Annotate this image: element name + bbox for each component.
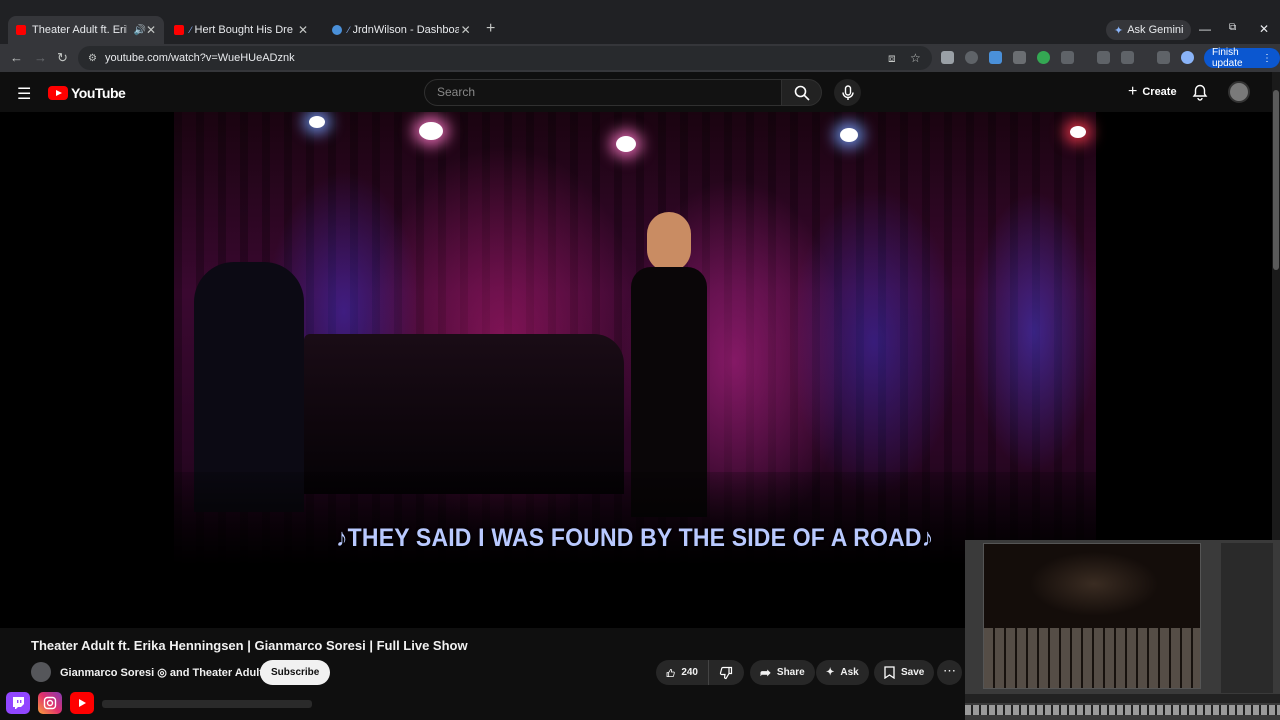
hamburger-menu-icon[interactable]: ☰ xyxy=(17,84,31,104)
video-caption: ♪THEY SAID I WAS FOUND BY THE SIDE OF A … xyxy=(336,524,934,552)
minimize-window-icon[interactable]: — xyxy=(1199,22,1211,36)
new-tab-button[interactable]: + xyxy=(486,20,495,38)
speaker-icon[interactable]: 🔊 xyxy=(133,25,145,36)
instagram-icon xyxy=(38,692,62,714)
extensions-puzzle-icon[interactable] xyxy=(1061,51,1074,64)
tab-group-icon: ⁄ xyxy=(348,25,350,35)
voice-search-button[interactable] xyxy=(834,79,861,106)
tab-theater-adult[interactable]: Theater Adult ft. Erika Henn 🔊 ✕ xyxy=(8,16,164,44)
notifications-bell-icon[interactable] xyxy=(1192,84,1208,101)
address-bar[interactable]: ⚙ youtube.com/watch?v=WueHUeADznk ⧈ ☆ xyxy=(78,46,932,70)
ask-gemini-button[interactable]: ✦ Ask Gemini xyxy=(1106,20,1192,40)
overlay-filmstrip xyxy=(965,705,1280,715)
shield-extension-icon[interactable] xyxy=(1013,51,1026,64)
piano-keys-image xyxy=(984,628,1200,688)
logo-text: YouTube xyxy=(71,85,126,101)
extension-icon[interactable] xyxy=(941,51,954,64)
dislike-button[interactable] xyxy=(708,660,744,685)
overlay-editor-window[interactable] xyxy=(965,540,1280,720)
plus-icon: + xyxy=(1128,83,1138,100)
site-info-icon[interactable]: ⚙ xyxy=(88,53,97,64)
scrollbar-thumb[interactable] xyxy=(1273,90,1279,270)
youtube-favicon-icon xyxy=(16,25,26,35)
channel-name[interactable]: Gianmarco Soresi ◎ and Theater Adult xyxy=(60,666,263,679)
create-button[interactable]: + Create xyxy=(1120,80,1185,104)
thumbs-down-icon xyxy=(719,666,733,679)
profile-icon[interactable] xyxy=(1181,51,1194,64)
grand-piano xyxy=(304,334,624,494)
account-avatar[interactable] xyxy=(1228,81,1250,103)
overlay-video-preview xyxy=(983,543,1201,689)
overlay-side-panel xyxy=(1221,543,1273,693)
youtube-play-icon xyxy=(48,86,68,100)
reload-icon[interactable]: ↻ xyxy=(57,50,68,66)
search-icon xyxy=(794,85,810,101)
subscribe-button[interactable]: Subscribe xyxy=(260,660,331,685)
video-title: Theater Adult ft. Erika Henningsen | Gia… xyxy=(31,638,468,653)
overlay-status-bar xyxy=(965,694,1280,703)
ask-label: Ask xyxy=(840,667,859,678)
stage-light xyxy=(419,122,443,140)
close-tab-icon[interactable]: ✕ xyxy=(146,23,156,37)
ask-gemini-label: Ask Gemini xyxy=(1127,24,1184,36)
singer-figure xyxy=(619,212,719,517)
more-vert-icon: ⋮ xyxy=(1262,52,1272,64)
like-count: 240 xyxy=(681,667,698,678)
tab-title: Theater Adult ft. Erika Henn xyxy=(32,24,127,36)
like-button[interactable]: 240 xyxy=(656,660,708,685)
close-tab-icon[interactable]: ✕ xyxy=(296,23,310,37)
tab-title: JrdnWilson - Dashboard xyxy=(352,24,460,36)
badge-extension-icon[interactable] xyxy=(1037,51,1050,64)
stage-light xyxy=(1070,126,1086,138)
close-tab-icon[interactable]: ✕ xyxy=(459,23,472,37)
create-label: Create xyxy=(1142,86,1177,98)
tab-dashboard[interactable]: ⁄ JrdnWilson - Dashboard ✕ xyxy=(324,16,480,44)
youtube-favicon-icon xyxy=(174,25,184,35)
gemini-sparkle-icon: ✦ xyxy=(1114,24,1124,37)
description-preview-bar[interactable] xyxy=(102,700,312,708)
url-text: youtube.com/watch?v=WueHUeADznk xyxy=(104,52,295,64)
share-label: Share xyxy=(776,667,805,678)
twitch-icon xyxy=(6,692,30,714)
share-button[interactable]: ➦ Share xyxy=(750,660,815,685)
install-app-icon[interactable]: ⧈ xyxy=(888,51,896,66)
channel-avatar[interactable] xyxy=(31,662,51,682)
browser-toolbar: ← → ↻ ⚙ youtube.com/watch?v=WueHUeADznk … xyxy=(0,44,1280,72)
browser-tab-strip: Theater Adult ft. Erika Henn 🔊 ✕ ⁄ Hert … xyxy=(0,0,1280,44)
tab-group-icon: ⁄ xyxy=(190,25,192,35)
back-icon[interactable]: ← xyxy=(10,50,23,65)
youtube-header: ☰ YouTube Search + Create xyxy=(0,72,1272,112)
bookmark-icon xyxy=(884,666,895,679)
stage-light xyxy=(309,116,325,128)
youtube-social-icon xyxy=(70,692,94,714)
ask-button[interactable]: ✦ Ask xyxy=(816,660,869,685)
stage-light xyxy=(840,128,858,142)
stage-light xyxy=(616,136,636,152)
thumbs-up-icon xyxy=(666,668,675,677)
save-label: Save xyxy=(901,667,925,678)
share-arrow-icon: ➦ xyxy=(760,664,771,680)
search-input[interactable]: Search xyxy=(424,79,782,106)
bookmark-star-icon[interactable]: ☆ xyxy=(910,51,921,65)
sparkle-icon: ✦ xyxy=(826,667,835,678)
youtube-logo[interactable]: YouTube xyxy=(48,85,126,101)
tab-dream-car[interactable]: ⁄ Hert Bought His Dream Car ✕ xyxy=(166,16,318,44)
close-window-icon[interactable]: ✕ xyxy=(1259,22,1269,36)
save-button[interactable]: Save xyxy=(874,660,935,685)
finish-update-label: Finish update xyxy=(1212,47,1243,69)
tab-title: Hert Bought His Dream Car xyxy=(194,24,293,36)
bookmarks-icon[interactable] xyxy=(1097,51,1110,64)
search-button[interactable] xyxy=(782,79,822,106)
side-panel-icon[interactable] xyxy=(1121,51,1134,64)
microphone-icon xyxy=(841,84,854,100)
forward-icon[interactable]: → xyxy=(34,50,47,65)
restore-window-icon[interactable]: ⧉ xyxy=(1229,22,1236,33)
finish-update-button[interactable]: Finish update ⋮ xyxy=(1204,47,1280,69)
more-actions-button[interactable]: ⋯ xyxy=(937,660,962,685)
audio-extension-icon[interactable] xyxy=(989,51,1002,64)
reading-list-icon[interactable] xyxy=(1157,51,1170,64)
site-favicon-icon xyxy=(332,25,342,35)
power-extension-icon[interactable] xyxy=(965,51,978,64)
